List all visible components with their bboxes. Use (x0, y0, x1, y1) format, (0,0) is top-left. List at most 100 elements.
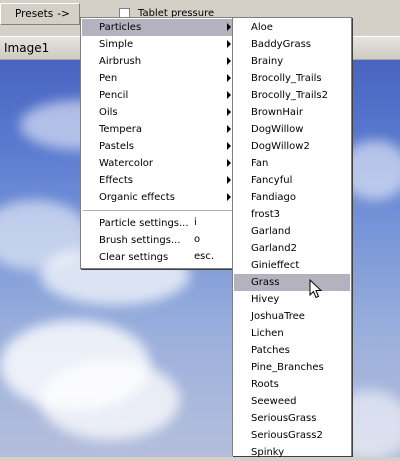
particle-item-label: Roots (251, 379, 279, 390)
particle-item-seriousgrass[interactable]: SeriousGrass (234, 410, 350, 427)
menu-item-oils[interactable]: Oils (82, 104, 241, 121)
particle-item-label: Fan (251, 158, 269, 169)
menu-item-organic-effects[interactable]: Organic effects (82, 189, 241, 206)
menu-item-label: Pen (99, 73, 118, 84)
particle-item-grass[interactable]: Grass (234, 274, 350, 291)
particles-submenu: Aloe BaddyGrass Brainy Brocolly_Trails B… (232, 17, 352, 458)
particle-item-aloe[interactable]: Aloe (234, 19, 350, 36)
menu-item-label: Effects (99, 175, 133, 186)
menu-item-effects[interactable]: Effects (82, 172, 241, 189)
menu-item-label: Brush settings... (99, 235, 181, 246)
particle-item-seeweed[interactable]: Seeweed (234, 393, 350, 410)
particle-item-dogwillow[interactable]: DogWillow (234, 121, 350, 138)
submenu-arrow-icon (227, 108, 231, 116)
particle-item-lichen[interactable]: Lichen (234, 325, 350, 342)
particle-item-garland2[interactable]: Garland2 (234, 240, 350, 257)
particle-item-label: frost3 (251, 209, 281, 220)
particle-item-label: SeriousGrass2 (251, 430, 323, 441)
particle-item-label: Patches (251, 345, 290, 356)
particle-item-label: SeriousGrass (251, 413, 317, 424)
particle-item-fancyful[interactable]: Fancyful (234, 172, 350, 189)
menu-item-label: Pencil (99, 90, 129, 101)
presets-button[interactable]: Presets -> (0, 3, 80, 25)
submenu-arrow-icon (227, 193, 231, 201)
menu-item-watercolor[interactable]: Watercolor (82, 155, 241, 172)
submenu-arrow-icon (227, 40, 231, 48)
menu-item-pen[interactable]: Pen (82, 70, 241, 87)
menu-item-tempera[interactable]: Tempera (82, 121, 241, 138)
particle-item-dogwillow2[interactable]: DogWillow2 (234, 138, 350, 155)
menu-item-clear-settings[interactable]: Clear settings esc. (82, 249, 241, 266)
particle-item-label: Grass (251, 277, 280, 288)
menu-item-pencil[interactable]: Pencil (82, 87, 241, 104)
particle-item-fan[interactable]: Fan (234, 155, 350, 172)
particle-item-label: Fancyful (251, 175, 293, 186)
presets-label: Presets (15, 8, 54, 20)
submenu-arrow-icon (227, 142, 231, 150)
menu-item-airbrush[interactable]: Airbrush (82, 53, 241, 70)
menu-item-label: Tempera (99, 124, 143, 135)
menu-item-label: Clear settings (99, 252, 169, 263)
particle-item-label: Brainy (251, 56, 284, 67)
submenu-arrow-icon (227, 23, 231, 31)
particle-item-label: Pine_Branches (251, 362, 324, 373)
particle-item-label: Ginieffect (251, 260, 300, 271)
menu-shortcut: esc. (194, 251, 215, 262)
particle-item-patches[interactable]: Patches (234, 342, 350, 359)
menu-item-label: Airbrush (99, 56, 142, 67)
particle-item-ginieffect[interactable]: Ginieffect (234, 257, 350, 274)
particle-item-label: Garland2 (251, 243, 297, 254)
particle-item-frost3[interactable]: frost3 (234, 206, 350, 223)
particle-item-spinky[interactable]: Spinky (234, 444, 350, 461)
particle-item-label: Seeweed (251, 396, 297, 407)
particle-item-joshuatree[interactable]: JoshuaTree (234, 308, 350, 325)
particle-item-label: DogWillow (251, 124, 304, 135)
menu-shortcut: o (194, 234, 201, 245)
menu-item-pastels[interactable]: Pastels (82, 138, 241, 155)
submenu-arrow-icon (227, 176, 231, 184)
particle-item-seriousgrass2[interactable]: SeriousGrass2 (234, 427, 350, 444)
menu-item-label: Watercolor (99, 158, 153, 169)
image-title: Image1 (4, 41, 50, 55)
particle-item-label: BrownHair (251, 107, 303, 118)
submenu-arrow-icon (227, 57, 231, 65)
menu-item-label: Simple (99, 39, 134, 50)
particle-item-hivey[interactable]: Hivey (234, 291, 350, 308)
particle-item-label: Lichen (251, 328, 284, 339)
menu-item-particles[interactable]: Particles (82, 19, 241, 36)
particle-item-label: BaddyGrass (251, 39, 312, 50)
menu-item-label: Organic effects (99, 192, 175, 203)
particle-item-roots[interactable]: Roots (234, 376, 350, 393)
particle-item-brocolly-trails[interactable]: Brocolly_Trails (234, 70, 350, 87)
particle-item-label: DogWillow2 (251, 141, 310, 152)
menu-item-particle-settings[interactable]: Particle settings... i (82, 215, 241, 232)
particle-item-label: Brocolly_Trails (251, 73, 322, 84)
menu-item-simple[interactable]: Simple (82, 36, 241, 53)
particle-item-brownhair[interactable]: BrownHair (234, 104, 350, 121)
particle-item-label: Aloe (251, 22, 273, 33)
particle-item-label: Garland (251, 226, 291, 237)
presets-arrow: -> (57, 8, 70, 20)
menu-item-label: Particle settings... (99, 218, 189, 229)
menu-item-label: Pastels (99, 141, 134, 152)
particle-item-brainy[interactable]: Brainy (234, 53, 350, 70)
particle-item-fandiago[interactable]: Fandiago (234, 189, 350, 206)
submenu-arrow-icon (227, 91, 231, 99)
menu-item-label: Particles (99, 22, 142, 33)
particle-item-pine-branches[interactable]: Pine_Branches (234, 359, 350, 376)
submenu-arrow-icon (227, 159, 231, 167)
particle-item-brocolly-trails2[interactable]: Brocolly_Trails2 (234, 87, 350, 104)
particle-item-label: Brocolly_Trails2 (251, 90, 328, 101)
particle-item-label: Hivey (251, 294, 280, 305)
mouse-pointer-icon (309, 279, 323, 299)
submenu-arrow-icon (227, 125, 231, 133)
particle-item-baddygrass[interactable]: BaddyGrass (234, 36, 350, 53)
presets-menu: Particles Simple Airbrush Pen Pencil Oil… (80, 17, 243, 269)
menu-shortcut: i (194, 217, 197, 228)
particle-item-label: JoshuaTree (251, 311, 305, 322)
particle-item-garland[interactable]: Garland (234, 223, 350, 240)
particle-item-label: Spinky (251, 447, 285, 458)
submenu-arrow-icon (227, 74, 231, 82)
menu-item-brush-settings[interactable]: Brush settings... o (82, 232, 241, 249)
menu-item-label: Oils (99, 107, 118, 118)
